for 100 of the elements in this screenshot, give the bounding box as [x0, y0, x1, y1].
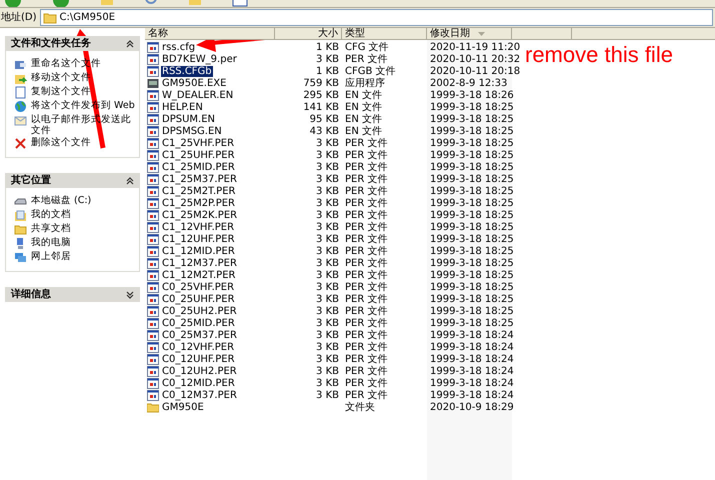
- file-type: PER 文件: [345, 354, 388, 364]
- file-name[interactable]: C1_25VHF.PER: [161, 138, 236, 148]
- file-type: PER 文件: [345, 186, 388, 196]
- folder-icon: [147, 402, 159, 412]
- file-size: 3 KB: [316, 162, 339, 172]
- file-icon: [147, 198, 159, 208]
- file-type: CFG 文件: [345, 42, 389, 52]
- modified-date: 1999-3-18 18:25: [430, 270, 514, 280]
- file-icon: [147, 222, 159, 232]
- file-icon: [147, 366, 159, 376]
- task-link[interactable]: 复制这个文件: [31, 86, 91, 97]
- task-link[interactable]: 我的文档: [31, 209, 71, 220]
- file-size: 43 KB: [310, 126, 339, 136]
- panel-header[interactable]: 其它位置: [5, 173, 140, 188]
- file-name[interactable]: C0_25UH2.PER: [161, 306, 238, 316]
- file-name[interactable]: C0_12UH2.PER: [161, 366, 238, 376]
- network-icon: [14, 251, 27, 264]
- file-icon: [147, 282, 159, 292]
- file-name[interactable]: C1_25M2P.PER: [161, 198, 236, 208]
- file-name[interactable]: C0_12M37.PER: [161, 390, 238, 400]
- file-name[interactable]: HELP.EN: [161, 102, 204, 112]
- file-type: PER 文件: [345, 234, 388, 244]
- file-type: 文件夹: [345, 402, 375, 412]
- collapse-icon[interactable]: [126, 38, 134, 48]
- file-name[interactable]: C1_25UHF.PER: [161, 150, 236, 160]
- column-header[interactable]: 大小: [275, 28, 342, 40]
- file-name[interactable]: DPSMSG.EN: [161, 126, 223, 136]
- file-icon: [147, 306, 159, 316]
- panel-header[interactable]: 详细信息: [5, 287, 140, 302]
- file-name[interactable]: GM950E: [161, 402, 205, 412]
- file-name[interactable]: C1_12MID.PER: [161, 246, 236, 256]
- back-icon[interactable]: [4, 0, 22, 7]
- task-link[interactable]: 共享文档: [31, 223, 71, 234]
- file-size: 3 KB: [316, 366, 339, 376]
- file-name[interactable]: C1_12UHF.PER: [161, 234, 236, 244]
- collapse-icon[interactable]: [126, 176, 134, 186]
- file-icon: [147, 270, 159, 280]
- file-type: PER 文件: [345, 270, 388, 280]
- file-name[interactable]: C1_25M37.PER: [161, 174, 238, 184]
- file-name[interactable]: C0_25VHF.PER: [161, 282, 236, 292]
- modified-date: 1999-3-18 18:24: [430, 354, 514, 364]
- expand-icon[interactable]: [126, 290, 134, 300]
- file-name[interactable]: C1_25MID.PER: [161, 162, 236, 172]
- file-size: 3 KB: [316, 186, 339, 196]
- file-icon: [147, 210, 159, 220]
- sort-icon: [478, 32, 485, 36]
- file-name[interactable]: C0_12UHF.PER: [161, 354, 236, 364]
- file-name[interactable]: C0_25UHF.PER: [161, 294, 236, 304]
- file-size: 3 KB: [316, 246, 339, 256]
- task-link[interactable]: 网上邻居: [31, 251, 71, 262]
- task-link[interactable]: 本地磁盘 (C:): [31, 195, 92, 206]
- file-type: CFGB 文件: [345, 66, 396, 76]
- forward-icon[interactable]: [52, 0, 70, 7]
- file-icon: [147, 330, 159, 340]
- file-name[interactable]: C0_12MID.PER: [161, 378, 236, 388]
- file-icon: [147, 186, 159, 196]
- file-size: 3 KB: [316, 234, 339, 244]
- file-name[interactable]: C0_25MID.PER: [161, 318, 236, 328]
- search-icon[interactable]: [144, 0, 158, 7]
- file-type: EN 文件: [345, 114, 382, 124]
- file-name[interactable]: GM950E.EXE: [161, 78, 228, 88]
- file-size: 1 KB: [316, 42, 339, 52]
- file-type: 应用程序: [345, 78, 385, 88]
- modified-date: 1999-3-18 18:25: [430, 150, 514, 160]
- modified-date: 1999-3-18 18:24: [430, 390, 514, 400]
- file-type: PER 文件: [345, 198, 388, 208]
- file-name[interactable]: C1_25M2K.PER: [161, 210, 238, 220]
- file-name[interactable]: BD7KEW_9.per: [161, 54, 238, 64]
- file-icon: [147, 90, 159, 100]
- file-icon: [147, 150, 159, 160]
- panel-header[interactable]: 文件和文件夹任务: [5, 36, 140, 51]
- address-field[interactable]: C:\GM950E: [40, 9, 713, 26]
- column-header[interactable]: 类型: [342, 28, 427, 40]
- file-size: 1 KB: [316, 66, 339, 76]
- file-name[interactable]: C0_12VHF.PER: [161, 342, 236, 352]
- modified-date: 1999-3-18 18:25: [430, 174, 514, 184]
- file-size: 3 KB: [316, 198, 339, 208]
- file-name[interactable]: RSS.CFGb: [161, 66, 213, 76]
- file-icon: [147, 390, 159, 400]
- file-name[interactable]: C1_12M2T.PER: [161, 270, 236, 280]
- task-link[interactable]: 我的电脑: [31, 237, 71, 248]
- file-type: PER 文件: [345, 210, 388, 220]
- modified-date: 1999-3-18 18:24: [430, 366, 514, 376]
- modified-date: 1999-3-18 18:25: [430, 294, 514, 304]
- modified-date: 1999-3-18 18:25: [430, 210, 514, 220]
- file-name[interactable]: C1_25M2T.PER: [161, 186, 236, 196]
- file-name[interactable]: W_DEALER.EN: [161, 90, 234, 100]
- file-name[interactable]: C1_12VHF.PER: [161, 222, 236, 232]
- file-name[interactable]: rss.cfg: [161, 42, 196, 52]
- file-type: PER 文件: [345, 318, 388, 328]
- file-name[interactable]: C0_25M37.PER: [161, 330, 238, 340]
- file-size: 3 KB: [316, 354, 339, 364]
- program-icon: [147, 78, 159, 88]
- file-name[interactable]: DPSUM.EN: [161, 114, 216, 124]
- modified-date: 1999-3-18 18:25: [430, 318, 514, 328]
- file-name[interactable]: C1_12M37.PER: [161, 258, 238, 268]
- annotation-text: remove this file: [525, 44, 673, 66]
- move-icon: [14, 72, 27, 85]
- task-link[interactable]: 删除这个文件: [31, 137, 91, 148]
- modified-date: 1999-3-18 18:25: [430, 246, 514, 256]
